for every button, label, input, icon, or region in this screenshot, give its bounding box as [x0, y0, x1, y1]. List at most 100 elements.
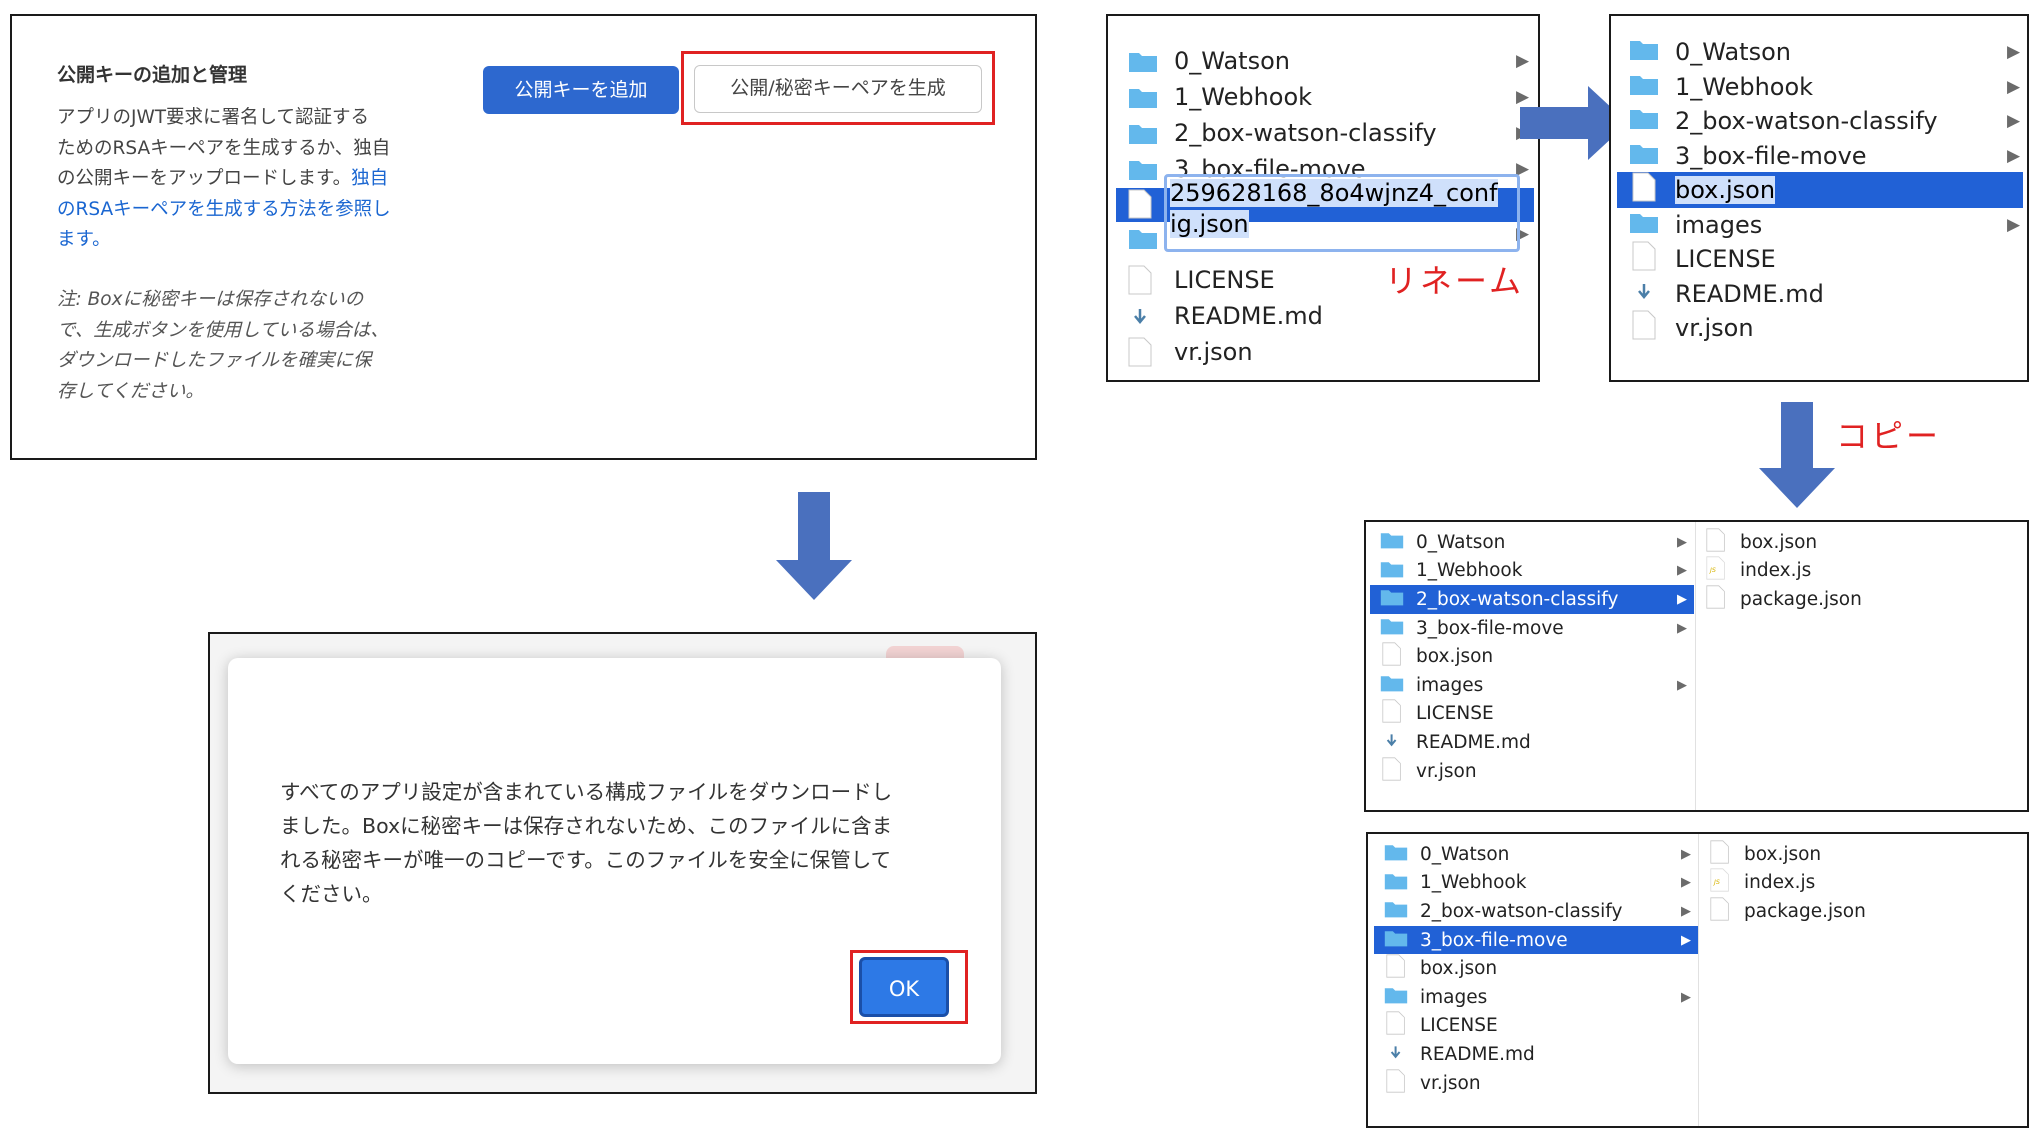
chevron-right-icon: ▶: [2007, 111, 2021, 131]
file-icon: [1128, 337, 1152, 367]
desc-line: アプリのJWT要求に署名して認証する: [57, 107, 369, 128]
list-item-selected[interactable]: 3_box-file-move ▶: [1374, 925, 1698, 955]
list-item[interactable]: vr.json: [1370, 756, 1694, 786]
list-item[interactable]: box.json: [1704, 528, 2024, 557]
add-public-key-button[interactable]: 公開キーを追加: [483, 66, 679, 114]
item-label: box.json: [1675, 176, 1776, 204]
finder-copy-filemove: 0_Watson ▶ 1_Webhook ▶ 2_box-watson-classify…: [1366, 832, 2029, 1128]
dialog-line: ました。Boxに秘密キーは保存されないため、このファイルに含ま: [280, 814, 893, 838]
folder-icon: [1384, 931, 1408, 947]
list-item[interactable]: box.json: [1374, 954, 1698, 983]
list-item[interactable]: 0_Watson ▶: [1374, 840, 1698, 869]
list-item[interactable]: README.md: [1128, 298, 1523, 334]
list-item[interactable]: JS index.js: [1704, 556, 2024, 586]
item-label: vr.json: [1420, 1072, 1481, 1094]
item-label: README.md: [1675, 279, 1824, 308]
item-label: 0_Watson: [1675, 38, 1791, 66]
chevron-right-icon: ▶: [1681, 903, 1691, 919]
list-item[interactable]: 0_Watson ▶: [1617, 34, 2023, 70]
list-item[interactable]: package.json: [1704, 585, 2024, 614]
item-label: images: [1420, 986, 1488, 1008]
list-item[interactable]: 1_Webhook ▶: [1370, 557, 1694, 586]
dialog-line: れる秘密キーが唯一のコピーです。このファイルを安全に保管して: [280, 848, 892, 872]
note-line: 存してください。: [57, 380, 204, 402]
list-item[interactable]: images ▶: [1370, 671, 1694, 700]
file-icon: [1706, 528, 1726, 552]
item-label: vr.json: [1416, 760, 1477, 782]
generate-keypair-button[interactable]: 公開/秘密キーペアを生成: [694, 65, 982, 113]
list-item[interactable]: README.md: [1374, 1040, 1698, 1069]
list-item[interactable]: 2_box-watson-classify ▶: [1128, 115, 1529, 151]
list-item[interactable]: package.json: [1708, 897, 2026, 926]
list-item[interactable]: README.md: [1370, 728, 1694, 757]
folder-icon: [1128, 226, 1158, 254]
item-label: package.json: [1740, 588, 1862, 610]
file-icon: [1382, 756, 1402, 781]
js-file-icon: JS: [1710, 868, 1730, 892]
list-item[interactable]: vr.json: [1128, 334, 1523, 370]
list-item-selected[interactable]: 2_box-watson-classify ▶: [1370, 585, 1694, 614]
list-item[interactable]: LICENSE: [1617, 241, 2023, 277]
file-icon: [1382, 699, 1402, 723]
item-label: box.json: [1420, 958, 1498, 980]
chevron-right-icon: ▶: [1681, 932, 1691, 948]
list-item[interactable]: images ▶: [1617, 207, 2023, 243]
rename-text[interactable]: 259628168_8o4wjnz4_conf ig.json: [1170, 178, 1498, 240]
list-item[interactable]: LICENSE: [1374, 1011, 1698, 1041]
finder-before-rename: 0_Watson ▶ 1_Webhook ▶ 2_box-watson-clas…: [1106, 14, 1540, 382]
list-item[interactable]: images ▶: [1374, 983, 1698, 1012]
list-item[interactable]: box.json: [1370, 642, 1694, 671]
list-item[interactable]: 0_Watson ▶: [1128, 43, 1529, 79]
folder-icon: [1630, 110, 1658, 129]
list-item[interactable]: 2_box-watson-classify ▶: [1617, 103, 2023, 139]
ok-button[interactable]: OK: [859, 957, 949, 1017]
list-item[interactable]: box.json: [1708, 840, 2026, 869]
chevron-right-icon: ▶: [1516, 51, 1530, 71]
item-label: 0_Watson: [1174, 47, 1290, 75]
rsa-help-link-end[interactable]: ます。: [57, 225, 435, 256]
key-panel-heading: 公開キーの追加と管理: [57, 64, 248, 86]
folder-icon: [1380, 533, 1404, 549]
item-label: LICENSE: [1675, 245, 1776, 273]
chevron-right-icon: ▶: [1677, 591, 1687, 607]
js-file-icon: JS: [1706, 556, 1726, 580]
folder-icon: [1630, 41, 1658, 60]
item-label: index.js: [1744, 872, 1816, 894]
markdown-file-icon: [1387, 734, 1397, 747]
chevron-right-icon: ▶: [1681, 875, 1691, 891]
chevron-right-icon: ▶: [1677, 620, 1687, 636]
item-label: package.json: [1744, 900, 1866, 922]
list-item[interactable]: 1_Webhook ▶: [1617, 69, 2023, 105]
item-label: box.json: [1416, 646, 1494, 668]
folder-icon: [1384, 988, 1408, 1004]
item-label: 2_box-watson-classify: [1420, 900, 1623, 922]
file-icon: [1386, 1068, 1406, 1093]
chevron-right-icon: ▶: [2007, 42, 2021, 62]
list-item[interactable]: 1_Webhook ▶: [1374, 869, 1698, 898]
list-item[interactable]: 2_box-watson-classify ▶: [1374, 897, 1698, 926]
rsa-help-link-cont[interactable]: のRSAキーペアを生成する方法を参照し: [57, 195, 435, 226]
file-icon: [1382, 642, 1402, 666]
item-label: 0_Watson: [1420, 843, 1510, 865]
item-label: images: [1416, 674, 1484, 696]
list-item[interactable]: 3_box-file-move ▶: [1617, 138, 2023, 174]
markdown-file-icon: [1638, 283, 1650, 299]
list-item[interactable]: README.md: [1617, 276, 2023, 312]
list-item[interactable]: 1_Webhook ▶: [1128, 79, 1529, 115]
chevron-right-icon: ▶: [1677, 677, 1687, 693]
folder-icon: [1630, 213, 1658, 233]
folder-icon: [1380, 561, 1404, 578]
folder-icon: [1380, 676, 1404, 692]
list-item[interactable]: vr.json: [1374, 1068, 1698, 1098]
item-label: README.md: [1174, 302, 1323, 330]
list-item[interactable]: JS index.js: [1708, 868, 2026, 898]
file-icon: [1386, 1011, 1406, 1035]
list-item[interactable]: LICENSE: [1370, 699, 1694, 729]
list-item-selected[interactable]: box.json: [1617, 172, 2023, 208]
item-label: README.md: [1420, 1043, 1535, 1065]
file-icon: [1386, 954, 1406, 978]
list-item[interactable]: 3_box-file-move ▶: [1370, 614, 1694, 643]
list-item[interactable]: 0_Watson ▶: [1370, 528, 1694, 557]
list-item[interactable]: vr.json: [1617, 310, 2023, 346]
rsa-help-link[interactable]: 独自: [351, 168, 388, 189]
